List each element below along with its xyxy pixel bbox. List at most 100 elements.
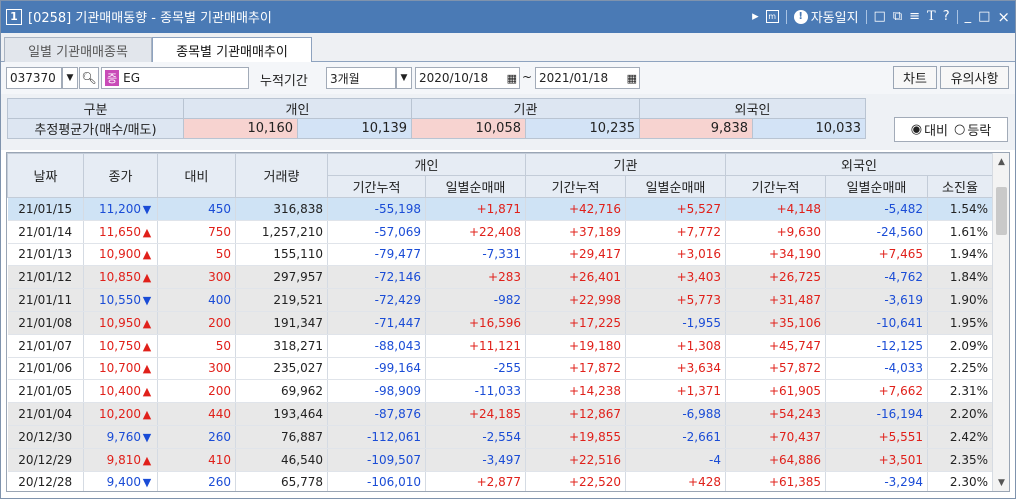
cell-diff: 300 [157, 357, 236, 381]
cell-date: 21/01/12 [7, 265, 84, 290]
table-row[interactable]: 20/12/29 9,810 ▲ 410 46,540 -109,507 -3,497 +22… [7, 448, 993, 472]
cell-close: 10,900 ▲ [83, 243, 158, 267]
table-row[interactable]: 21/01/11 10,550 ▼ 400 219,521 -72,429 -982 +22,… [7, 288, 993, 312]
radio-unselected-icon[interactable]: ○ [954, 122, 965, 137]
header-for-cum[interactable]: 기간누적 [725, 175, 826, 198]
cell-inst-cum: +14,238 [525, 379, 626, 404]
table-row[interactable]: 21/01/04 10,200 ▲ 440 193,464 -87,876 +24,185 +… [7, 402, 993, 426]
play-icon[interactable]: ▸ [752, 9, 759, 24]
header-for-day[interactable]: 일별순매매 [825, 175, 928, 198]
cell-ind-day: +22,408 [425, 220, 526, 244]
tab-stock-institution-trend[interactable]: 종목별 기관매매추이 [152, 37, 312, 63]
grid-body: 21/01/15 11,200 ▼ 450 316,838 -55,198 +1,871 +4… [7, 197, 993, 491]
down-arrow-icon: ▼ [142, 476, 152, 490]
cell-date: 20/12/28 [7, 471, 84, 491]
cell-ind-cum: -72,429 [327, 288, 426, 312]
stock-name-field[interactable]: 증 EG [101, 67, 249, 89]
popout-icon[interactable]: ⧉ [893, 9, 902, 24]
header-ind-cum[interactable]: 기간누적 [327, 175, 426, 198]
table-row[interactable]: 21/01/07 10,750 ▲ 50 318,271 -88,043 +11,121 +1… [7, 334, 993, 358]
autolog-label[interactable]: 자동일지 [811, 7, 859, 26]
cell-for-day: -10,641 [825, 311, 928, 335]
calendar-icon[interactable]: ▦ [507, 72, 517, 85]
cell-volume: 1,257,210 [235, 220, 328, 244]
vertical-scrollbar[interactable]: ▲ ▼ [992, 153, 1009, 491]
close-icon[interactable]: × [997, 8, 1010, 26]
table-row[interactable]: 20/12/28 9,400 ▼ 260 65,778 -106,010 +2,877 +22… [7, 471, 993, 491]
cell-diff: 260 [157, 471, 236, 491]
header-inst-cum[interactable]: 기간누적 [525, 175, 626, 198]
cell-volume: 69,962 [235, 379, 328, 404]
scroll-thumb[interactable] [996, 187, 1007, 235]
header-ind-day[interactable]: 일별순매매 [425, 175, 526, 198]
table-row[interactable]: 21/01/06 10,700 ▲ 300 235,027 -99,164 -255 +17,… [7, 357, 993, 381]
cell-for-cum: +61,385 [725, 471, 826, 491]
help-icon[interactable]: ? [943, 9, 950, 24]
cell-for-day: +7,662 [825, 379, 928, 404]
header-rate[interactable]: 소진율 [927, 175, 993, 198]
close-value: 10,950 [99, 315, 141, 330]
table-row[interactable]: 20/12/30 9,760 ▼ 260 76,887 -112,061 -2,554 +19… [7, 425, 993, 449]
close-value: 11,200 [99, 201, 141, 216]
cell-inst-day: -6,988 [625, 402, 726, 426]
font-icon[interactable]: T [927, 9, 936, 24]
control-bar: 037370 ▼ 🔍︎ 증 EG 누적기간 3개월 ▼ 2020/10/18 ▦ … [0, 62, 1016, 94]
header-volume[interactable]: 거래량 [235, 153, 328, 198]
minimize-icon[interactable]: _ [965, 9, 972, 24]
period-select[interactable]: 3개월 [326, 67, 396, 89]
notice-button[interactable]: 유의사항 [940, 66, 1009, 89]
down-arrow-icon: ▼ [142, 202, 152, 216]
search-button[interactable]: 🔍︎ [79, 67, 99, 89]
table-row[interactable]: 21/01/12 10,850 ▲ 300 297,957 -72,146 +283 +26,… [7, 265, 993, 290]
tab-daily-institution-stocks[interactable]: 일별 기관매매종목 [4, 37, 152, 62]
summary-group-individual: 개인 [183, 98, 412, 119]
header-diff[interactable]: 대비 [157, 153, 236, 198]
layout-icon[interactable]: □ [874, 9, 886, 24]
cell-close: 9,400 ▼ [83, 471, 158, 491]
cell-ind-day: -11,033 [425, 379, 526, 404]
maximize-icon[interactable]: □ [978, 9, 990, 24]
summary-table: 구분 개인 기관 외국인 추정평균가(매수/매도) 10,160 10,139 … [7, 98, 866, 139]
cell-diff: 400 [157, 288, 236, 312]
period-dropdown-button[interactable]: ▼ [396, 67, 412, 89]
cell-ind-cum: -57,069 [327, 220, 426, 244]
table-row[interactable]: 21/01/05 10,400 ▲ 200 69,962 -98,909 -11,033 +1… [7, 379, 993, 404]
table-row[interactable]: 21/01/15 11,200 ▼ 450 316,838 -55,198 +1,871 +4… [7, 197, 993, 221]
cell-ind-day: +1,871 [425, 197, 526, 221]
scroll-down-icon[interactable]: ▼ [993, 474, 1009, 491]
cell-diff: 300 [157, 265, 236, 290]
code-dropdown-button[interactable]: ▼ [62, 67, 78, 89]
screen-icon[interactable]: m [765, 10, 779, 23]
cell-close: 11,200 ▼ [83, 197, 158, 221]
radio-selected-icon[interactable]: ◉ [911, 122, 922, 137]
radio-option-change[interactable]: 등락 [967, 120, 991, 139]
cell-inst-day: +3,634 [625, 357, 726, 381]
down-arrow-icon: ▼ [142, 294, 152, 308]
cell-rate: 1.84% [927, 265, 993, 290]
cell-for-cum: +70,437 [725, 425, 826, 449]
info-icon[interactable]: ! [793, 9, 808, 24]
header-date[interactable]: 날짜 [7, 153, 84, 198]
calendar-icon[interactable]: ▦ [627, 72, 637, 85]
radio-option-compare[interactable]: 대비 [924, 120, 948, 139]
stock-code-input[interactable]: 037370 [6, 67, 62, 89]
chart-button[interactable]: 차트 [893, 66, 937, 89]
trade-table: 날짜 종가 대비 거래량 개인 기관 외국인 기간누적 일별순매매 기간누적 일… [7, 153, 993, 491]
date-to-input[interactable]: 2021/01/18 ▦ [535, 67, 640, 89]
cell-inst-cum: +37,189 [525, 220, 626, 244]
scroll-up-icon[interactable]: ▲ [993, 153, 1009, 170]
header-close[interactable]: 종가 [83, 153, 158, 198]
cell-ind-day: -7,331 [425, 243, 526, 267]
chevron-down-icon: ▼ [66, 73, 74, 83]
table-row[interactable]: 21/01/13 10,900 ▲ 50 155,110 -79,477 -7,331 +29… [7, 243, 993, 267]
pin-icon[interactable]: ≡ [909, 9, 920, 24]
table-row[interactable]: 21/01/08 10,950 ▲ 200 191,347 -71,447 +16,596 +… [7, 311, 993, 335]
cell-rate: 2.31% [927, 379, 993, 404]
window-number[interactable]: 1 [6, 8, 22, 25]
summary-group-institution: 기관 [411, 98, 640, 119]
table-row[interactable]: 21/01/14 11,650 ▲ 750 1,257,210 -57,069 +22,40… [7, 220, 993, 244]
cell-inst-cum: +19,180 [525, 334, 626, 358]
period-label: 누적기간 [260, 74, 308, 89]
header-inst-day[interactable]: 일별순매매 [625, 175, 726, 198]
date-from-input[interactable]: 2020/10/18 ▦ [415, 67, 520, 89]
